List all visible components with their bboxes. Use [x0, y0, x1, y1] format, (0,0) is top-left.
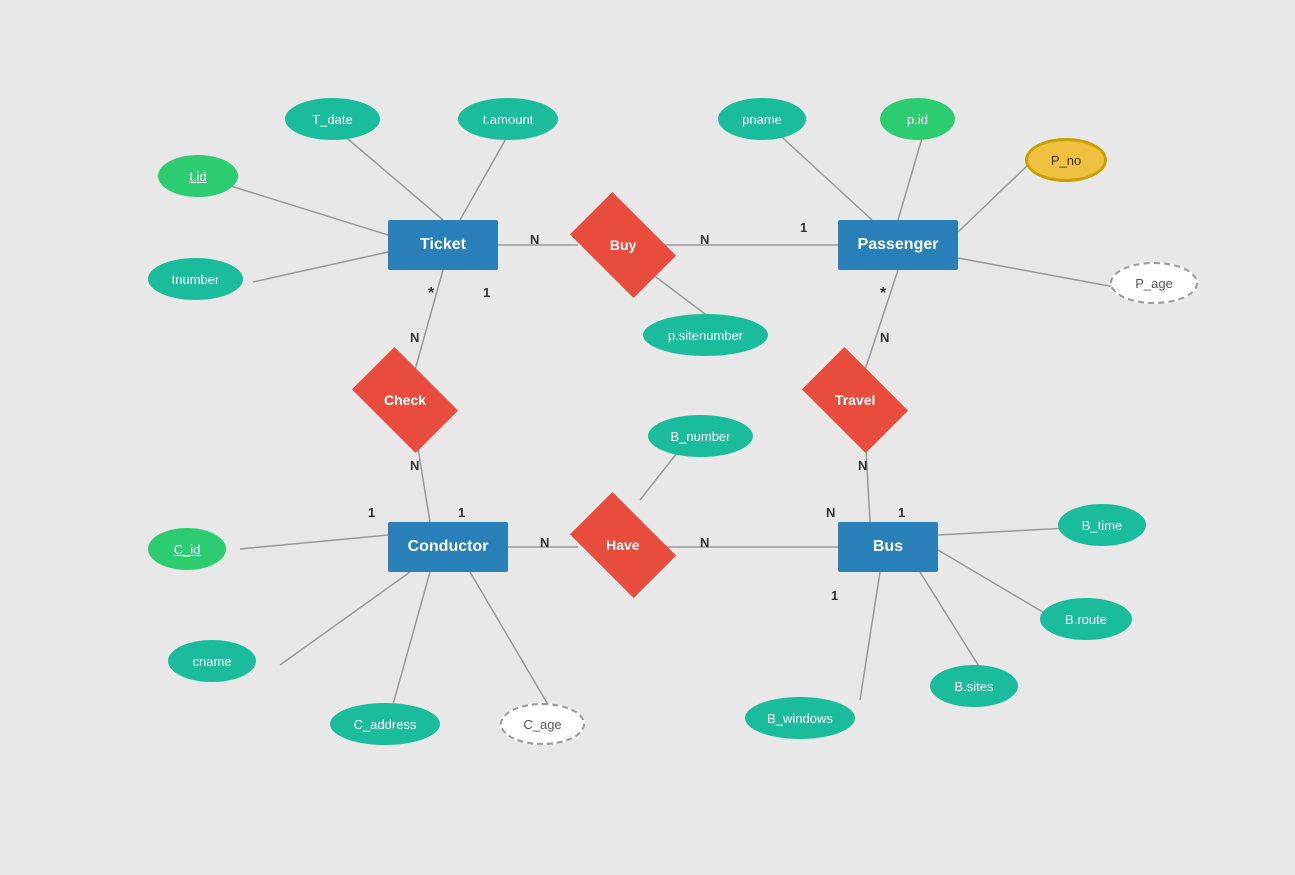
label-check-n-bottom: N [410, 458, 419, 473]
label-check-1-left: 1 [368, 505, 375, 520]
entity-conductor: Conductor [388, 522, 508, 572]
label-check-n-top: N [410, 330, 419, 345]
label-buy-n-left: N [530, 232, 539, 247]
attribute-b-sites: B.sites [930, 665, 1018, 707]
attribute-c-address: C_address [330, 703, 440, 745]
label-bus-1-bottom: 1 [831, 588, 838, 603]
entity-bus: Bus [838, 522, 938, 572]
attribute-pname: pname [718, 98, 806, 140]
attribute-b-windows: B_windows [745, 697, 855, 739]
label-ticket-star: * [428, 285, 434, 303]
attribute-c-age: C_age [500, 703, 585, 745]
attribute-p-age: P_age [1110, 262, 1198, 304]
relationship-check: Check [352, 347, 458, 453]
label-check-1-right: 1 [458, 505, 465, 520]
attribute-t-id: t.id [158, 155, 238, 197]
attribute-c-id: C_id [148, 528, 226, 570]
label-buy-1-right: 1 [800, 220, 807, 235]
relationship-buy: Buy [570, 192, 676, 298]
label-passenger-star: * [880, 285, 886, 303]
label-travel-1-right: 1 [898, 505, 905, 520]
label-have-n-right: N [700, 535, 709, 550]
attribute-b-time: B_time [1058, 504, 1146, 546]
label-ticket-1: 1 [483, 285, 490, 300]
label-travel-n-top: N [858, 458, 867, 473]
relationship-travel: Travel [802, 347, 908, 453]
er-diagram: Ticket Passenger Conductor Bus Buy Check… [0, 0, 1295, 875]
label-travel-n-left: N [826, 505, 835, 520]
attribute-t-date: T_date [285, 98, 380, 140]
attribute-tnumber: tnumber [148, 258, 243, 300]
label-passenger-n: N [880, 330, 889, 345]
label-buy-n-right: N [700, 232, 709, 247]
attribute-p-sitenumber: p.sitenumber [643, 314, 768, 356]
attribute-b-route: B.route [1040, 598, 1132, 640]
attribute-p-id: p.id [880, 98, 955, 140]
attribute-b-number: B_number [648, 415, 753, 457]
label-have-n-left: N [540, 535, 549, 550]
entity-ticket: Ticket [388, 220, 498, 270]
relationship-have: Have [570, 492, 676, 598]
attribute-cname: cname [168, 640, 256, 682]
attribute-p-no: P_no [1025, 138, 1107, 182]
entity-passenger: Passenger [838, 220, 958, 270]
attribute-t-amount: t.amount [458, 98, 558, 140]
